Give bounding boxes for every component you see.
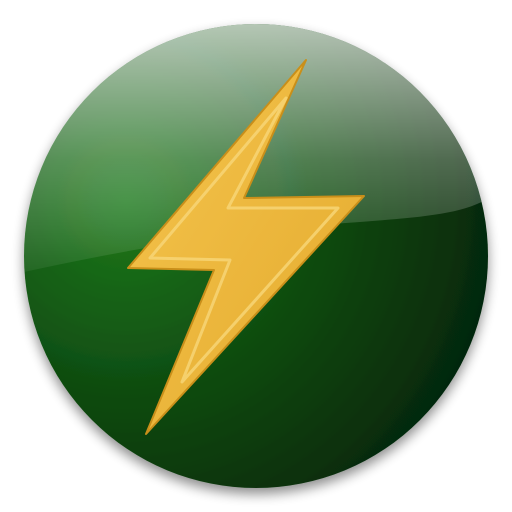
icon-canvas	[24, 24, 488, 488]
app-icon	[0, 0, 512, 512]
